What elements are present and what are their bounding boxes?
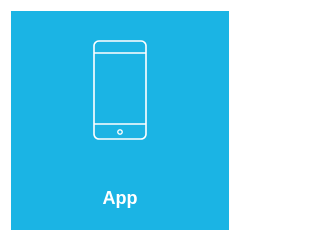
smartphone-icon <box>93 40 147 140</box>
app-label: App <box>102 188 138 208</box>
app-tile[interactable]: App <box>11 11 229 230</box>
